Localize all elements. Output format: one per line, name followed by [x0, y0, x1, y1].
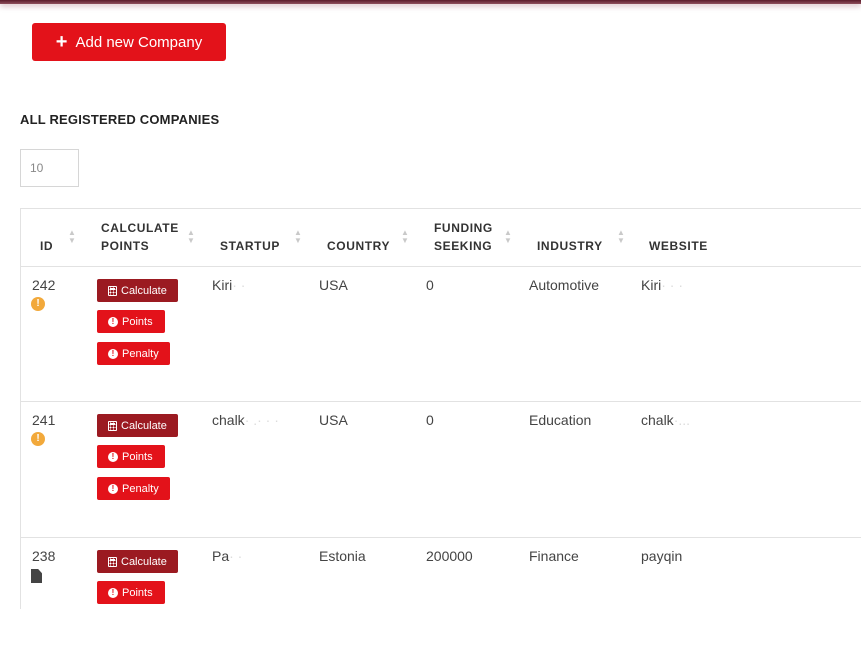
header-id[interactable]: ID	[40, 237, 53, 255]
header-country[interactable]: COUNTRY	[327, 237, 390, 255]
top-bar-shadow	[0, 0, 861, 4]
calculator-icon	[108, 420, 117, 431]
startup-name: chalk· .· · ·	[212, 412, 279, 428]
alert-icon: !	[108, 483, 118, 494]
table-header: ID ▲ ▼ CALCULATE POINTS ▲ ▼ STARTUP ▲ ▼ COU…	[21, 209, 861, 267]
points-button[interactable]: ! Points	[97, 445, 165, 468]
page-title: ALL REGISTERED COMPANIES	[20, 112, 220, 127]
funding-seeking: 0	[426, 412, 434, 428]
calculate-button[interactable]: Calculate	[97, 550, 178, 573]
plus-icon: +	[55, 31, 68, 53]
funding-seeking: 200000	[426, 548, 473, 564]
points-label: Points	[122, 586, 153, 599]
row-id: 241	[32, 412, 56, 428]
startup-name: Kiri· ·	[212, 277, 246, 293]
row-id: 242	[32, 277, 56, 293]
row-id: 238	[32, 548, 56, 564]
add-new-company-button[interactable]: + Add new Company	[32, 23, 226, 61]
sort-icon[interactable]: ▲ ▼	[294, 229, 302, 245]
website-link[interactable]: payqin	[641, 548, 682, 564]
calculate-button[interactable]: Calculate	[97, 279, 178, 302]
penalty-label: Penalty	[122, 347, 159, 360]
country: USA	[319, 412, 348, 428]
calculator-icon	[108, 556, 117, 567]
header-calculate-points-line2[interactable]: POINTS	[101, 237, 149, 255]
table-row: 241 ! Calculate ! Points ! Penalty chalk· …	[21, 402, 861, 538]
industry: Education	[529, 412, 592, 428]
add-new-company-label: Add new Company	[75, 33, 203, 51]
country: Estonia	[319, 548, 366, 564]
penalty-label: Penalty	[122, 482, 159, 495]
sort-icon[interactable]: ▲ ▼	[401, 229, 409, 245]
funding-seeking: 0	[426, 277, 434, 293]
warning-icon[interactable]: !	[31, 297, 45, 311]
alert-icon: !	[108, 451, 118, 462]
calculate-label: Calculate	[121, 284, 167, 297]
companies-table: ID ▲ ▼ CALCULATE POINTS ▲ ▼ STARTUP ▲ ▼ COU…	[20, 208, 861, 609]
table-row: 238 Calculate ! Points Pa· · Estonia 2000…	[21, 538, 861, 658]
alert-icon: !	[108, 587, 118, 598]
penalty-button[interactable]: ! Penalty	[97, 342, 170, 365]
document-icon[interactable]	[31, 569, 42, 583]
header-startup[interactable]: STARTUP	[220, 237, 280, 255]
penalty-button[interactable]: ! Penalty	[97, 477, 170, 500]
header-funding-seeking-line1[interactable]: FUNDING	[434, 219, 493, 237]
sort-icon[interactable]: ▲ ▼	[504, 229, 512, 245]
header-industry[interactable]: INDUSTRY	[537, 237, 603, 255]
calculate-label: Calculate	[121, 419, 167, 432]
calculator-icon	[108, 285, 117, 296]
sort-icon[interactable]: ▲ ▼	[187, 229, 195, 245]
calculate-button[interactable]: Calculate	[97, 414, 178, 437]
industry: Finance	[529, 548, 579, 564]
calculate-label: Calculate	[121, 555, 167, 568]
website-link[interactable]: chalk·...	[641, 412, 690, 428]
table-row: 242 ! Calculate ! Points ! Penalty Kiri· ·…	[21, 267, 861, 402]
header-funding-seeking-line2[interactable]: SEEKING	[434, 237, 492, 255]
startup-name: Pa· ·	[212, 548, 243, 564]
alert-icon: !	[108, 348, 118, 359]
points-button[interactable]: ! Points	[97, 581, 165, 604]
industry: Automotive	[529, 277, 600, 293]
points-label: Points	[122, 315, 153, 328]
website-link[interactable]: Kiri· · ·	[641, 277, 683, 293]
country: USA	[319, 277, 348, 293]
points-button[interactable]: ! Points	[97, 310, 165, 333]
page-size-select[interactable]: 10	[20, 149, 79, 187]
header-website[interactable]: WEBSITE	[649, 237, 708, 255]
sort-icon[interactable]: ▲ ▼	[617, 229, 625, 245]
points-label: Points	[122, 450, 153, 463]
alert-icon: !	[108, 316, 118, 327]
sort-icon[interactable]: ▲ ▼	[68, 229, 76, 245]
header-calculate-points-line1[interactable]: CALCULATE	[101, 219, 179, 237]
warning-icon[interactable]: !	[31, 432, 45, 446]
